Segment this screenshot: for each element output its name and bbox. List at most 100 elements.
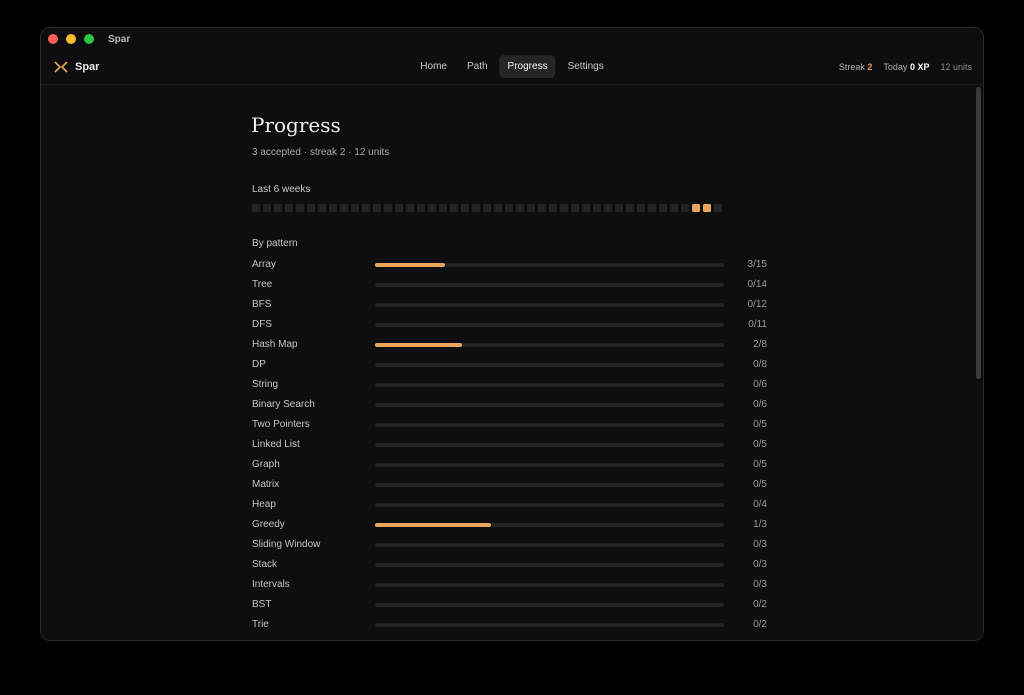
heatmap-day-cell [615, 204, 623, 212]
pattern-name: Two Pointers [252, 419, 310, 430]
pattern-count: 0/4 [753, 499, 767, 510]
heatmap-day-cell [373, 204, 381, 212]
pattern-progress-track [375, 483, 724, 487]
nav-settings[interactable]: Settings [560, 55, 612, 78]
pattern-row[interactable]: Trie 0/2 [252, 617, 772, 637]
pattern-progress-track [375, 503, 724, 507]
maximize-window-button[interactable] [84, 34, 94, 44]
pattern-row[interactable]: Binary Search 0/6 [252, 397, 772, 417]
pattern-progress-track [375, 383, 724, 387]
pattern-row[interactable]: Two Pointers 0/5 [252, 417, 772, 437]
pattern-row[interactable]: Sliding Window 0/3 [252, 537, 772, 557]
heatmap-day-cell [384, 204, 392, 212]
pattern-row[interactable]: DP 0/8 [252, 357, 772, 377]
pattern-row[interactable]: Greedy 1/3 [252, 517, 772, 537]
heatmap-day-cell [692, 204, 700, 212]
pattern-count: 0/3 [753, 579, 767, 590]
pattern-progress-track [375, 343, 724, 347]
heatmap-day-cell [659, 204, 667, 212]
pattern-name: BST [252, 599, 272, 610]
pattern-count: 0/2 [753, 599, 767, 610]
heatmap-day-cell [538, 204, 546, 212]
heatmap-day-cell [351, 204, 359, 212]
heatmap-day-cell [296, 204, 304, 212]
pattern-row[interactable]: Array 3/15 [252, 257, 772, 277]
pattern-row[interactable]: Tree 0/14 [252, 277, 772, 297]
heatmap-day-cell [450, 204, 458, 212]
heatmap-day-cell [494, 204, 502, 212]
pattern-progress-fill [375, 343, 463, 347]
pattern-progress-track [375, 283, 724, 287]
heatmap-day-cell [285, 204, 293, 212]
brand[interactable]: Spar [54, 61, 99, 73]
pattern-row[interactable]: Intervals 0/3 [252, 577, 772, 597]
pattern-progress-track [375, 303, 724, 307]
pattern-section-label: By pattern [252, 238, 298, 249]
pattern-progress-track [375, 363, 724, 367]
heatmap-day-cell [252, 204, 260, 212]
progress-page: Progress 3 accepted · streak 2 · 12 unit… [41, 85, 983, 640]
pattern-name: Heap [252, 499, 276, 510]
heatmap-day-cell [593, 204, 601, 212]
heatmap-day-cell [516, 204, 524, 212]
pattern-progress-track [375, 603, 724, 607]
page-title: Progress [251, 113, 341, 137]
pattern-row[interactable]: Linked List 0/5 [252, 437, 772, 457]
pattern-row[interactable]: BST 0/2 [252, 597, 772, 617]
pattern-count: 0/5 [753, 479, 767, 490]
pattern-progress-track [375, 623, 724, 627]
header-stats: Streak 2 Today 0 XP 12 units [839, 62, 972, 72]
heatmap-day-cell [417, 204, 425, 212]
heatmap-day-cell [626, 204, 634, 212]
pattern-name: Graph [252, 459, 280, 470]
pattern-name: String [252, 379, 279, 390]
pattern-count: 0/8 [753, 359, 767, 370]
heatmap-day-cell [395, 204, 403, 212]
heatmap-day-cell [340, 204, 348, 212]
pattern-count: 0/3 [753, 539, 767, 550]
nav-progress[interactable]: Progress [499, 55, 556, 78]
streak-label: Streak [838, 62, 865, 72]
heatmap-day-cell [681, 204, 689, 212]
pattern-row[interactable]: Stack 0/3 [252, 557, 772, 577]
heatmap-day-cell [406, 204, 414, 212]
activity-heatmap [252, 204, 722, 212]
heatmap-day-cell [637, 204, 645, 212]
nav-home[interactable]: Home [412, 55, 455, 78]
pattern-name: DP [252, 359, 266, 370]
streak-stat: Streak 2 [839, 62, 873, 72]
pattern-row[interactable]: Graph 0/5 [252, 457, 772, 477]
close-window-button[interactable] [48, 34, 58, 44]
minimize-window-button[interactable] [66, 34, 76, 44]
pattern-row[interactable]: Heap 0/4 [252, 497, 772, 517]
streak-value: 2 [867, 62, 873, 72]
pattern-count: 0/14 [747, 279, 767, 290]
pattern-count: 0/6 [753, 379, 767, 390]
spar-logo-icon [54, 61, 68, 73]
app-header: Spar Home Path Progress Settings Streak … [41, 50, 983, 85]
pattern-progress-fill [375, 523, 492, 527]
scrollbar[interactable] [976, 87, 981, 379]
pattern-list: Array 3/15 Tree 0/14 BFS 0/12 DFS 0/11 Hash Map 2… [252, 257, 772, 637]
pattern-progress-fill [375, 263, 445, 267]
heatmap-day-cell [560, 204, 568, 212]
app-window: Spar Spar Home Path Progress Settings St… [40, 27, 984, 641]
pattern-row[interactable]: DFS 0/11 [252, 317, 772, 337]
heatmap-day-cell [263, 204, 271, 212]
pattern-progress-track [375, 563, 724, 567]
pattern-count: 1/3 [753, 519, 767, 530]
pattern-row[interactable]: Matrix 0/5 [252, 477, 772, 497]
pattern-progress-track [375, 523, 724, 527]
pattern-count: 0/11 [748, 319, 767, 330]
pattern-count: 0/5 [753, 459, 767, 470]
pattern-count: 3/15 [747, 259, 767, 270]
pattern-progress-track [375, 543, 724, 547]
pattern-name: Linked List [252, 439, 300, 450]
heatmap-day-cell [307, 204, 315, 212]
pattern-row[interactable]: BFS 0/12 [252, 297, 772, 317]
pattern-row[interactable]: Hash Map 2/8 [252, 337, 772, 357]
pattern-count: 0/12 [747, 299, 767, 310]
pattern-row[interactable]: String 0/6 [252, 377, 772, 397]
nav-path[interactable]: Path [459, 55, 496, 78]
pattern-count: 0/5 [753, 439, 767, 450]
